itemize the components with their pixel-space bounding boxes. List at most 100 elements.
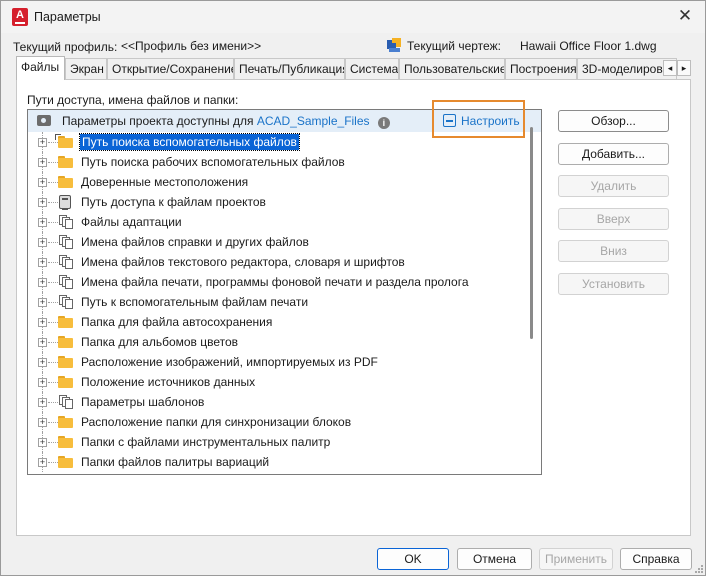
browse-button[interactable]: Обзор...	[558, 110, 669, 132]
current-profile-label: Текущий профиль:	[13, 40, 118, 54]
remove-button[interactable]: Удалить	[558, 175, 669, 197]
files-icon	[59, 255, 73, 269]
cancel-button[interactable]: Отмена	[457, 548, 532, 570]
tree-item[interactable]: + Файлы адаптации	[28, 212, 528, 232]
current-drawing-label: Текущий чертеж:	[407, 39, 501, 53]
tree-item-label: Расположение папки для синхронизации бло…	[81, 415, 352, 429]
current-profile-value: <<Профиль без имени>>	[121, 39, 262, 53]
tree-item-label: Файлы адаптации	[81, 215, 182, 229]
tree-item[interactable]: + Расположение изображений, импортируемых…	[28, 352, 528, 372]
expand-icon[interactable]: +	[38, 458, 47, 467]
title-bar: A Параметры ✕	[1, 1, 705, 33]
tree-item[interactable]: + Папка для альбомов цветов	[28, 332, 528, 352]
info-icon[interactable]: i	[377, 117, 390, 129]
folder-icon	[58, 456, 73, 468]
tree-item[interactable]: + Положение источников данных	[28, 372, 528, 392]
expand-icon[interactable]: +	[38, 298, 47, 307]
tree-item[interactable]: + Имена файлов справки и других файлов	[28, 232, 528, 252]
expand-icon[interactable]: +	[38, 318, 47, 327]
move-up-button[interactable]: Вверх	[558, 208, 669, 230]
tree-item[interactable]: + Доверенные местоположения	[28, 172, 528, 192]
tree-item[interactable]: + Путь доступа к файлам проектов	[28, 192, 528, 212]
tree-item[interactable]: + Путь к вспомогательным файлам печати	[28, 292, 528, 312]
apply-button[interactable]: Применить	[539, 548, 613, 570]
tab-plot-publish[interactable]: Печать/Публикация	[234, 58, 345, 79]
tab-files[interactable]: Файлы	[16, 56, 65, 80]
tree-item[interactable]: + Папки файлов палитры вариаций	[28, 452, 528, 472]
tab-open-save[interactable]: Открытие/Сохранение	[107, 58, 234, 79]
tab-scroll-right-icon[interactable]: ▸	[677, 60, 691, 76]
move-down-button[interactable]: Вниз	[558, 240, 669, 262]
tree-item-label: Папки файлов палитры вариаций	[81, 455, 270, 469]
expand-icon[interactable]: +	[38, 398, 47, 407]
options-dialog: A Параметры ✕ Текущий профиль: <<Профиль…	[0, 0, 706, 576]
project-settings-text: Параметры проекта доступны для	[62, 114, 254, 128]
tab-user-preferences[interactable]: Пользовательские	[399, 58, 505, 79]
tree-item[interactable]: + Имена файла печати, программы фоновой п…	[28, 272, 528, 292]
folder-icon	[58, 356, 73, 368]
expand-icon[interactable]: +	[38, 198, 47, 207]
paths-tree[interactable]: Параметры проекта доступны для ACAD_Samp…	[27, 109, 542, 475]
close-icon[interactable]: ✕	[675, 6, 695, 26]
folder-icon	[58, 376, 73, 388]
folder-icon	[58, 416, 73, 428]
autocad-app-icon: A	[12, 8, 28, 26]
files-icon	[59, 235, 73, 249]
tab-drafting[interactable]: Построения	[505, 58, 577, 79]
expand-icon[interactable]: +	[38, 138, 47, 147]
tree-scrollbar[interactable]	[530, 127, 533, 339]
tree-item-label: Доверенные местоположения	[81, 175, 249, 189]
configure-button-label: Настроить	[461, 114, 520, 128]
tree-item-label: Имена файлов справки и других файлов	[81, 235, 309, 249]
drawing-icon	[387, 38, 401, 52]
folder-icon	[58, 176, 73, 188]
tree-item-label: Путь поиска рабочих вспомогательных файл…	[81, 155, 345, 169]
folder-pin-icon	[55, 134, 73, 148]
tree-item-label: Папка для альбомов цветов	[81, 335, 239, 349]
ok-button[interactable]: OK	[377, 548, 449, 570]
expand-icon[interactable]: +	[38, 378, 47, 387]
tree-item[interactable]: + Имена файлов текстового редактора, слов…	[28, 252, 528, 272]
tree-item[interactable]: + Папки с файлами инструментальных палитр	[28, 432, 528, 452]
expand-icon[interactable]: +	[38, 418, 47, 427]
tree-item[interactable]: + Путь поиска рабочих вспомогательных фай…	[28, 152, 528, 172]
tree-item[interactable]: + Расположение папки для синхронизации бл…	[28, 412, 528, 432]
expand-icon[interactable]: +	[38, 218, 47, 227]
expand-icon[interactable]: +	[38, 358, 47, 367]
tree-item[interactable]: + Параметры шаблонов	[28, 392, 528, 412]
expand-icon[interactable]: +	[38, 258, 47, 267]
expand-icon[interactable]: +	[38, 158, 47, 167]
folder-icon	[58, 336, 73, 348]
tree-item-label: Путь поиска вспомогательных файлов	[79, 133, 300, 151]
tree-item-label: Имена файла печати, программы фоновой пе…	[81, 275, 469, 289]
expand-icon[interactable]: +	[38, 438, 47, 447]
set-current-button[interactable]: Установить	[558, 273, 669, 295]
configure-icon	[443, 114, 456, 127]
expand-icon[interactable]: +	[38, 238, 47, 247]
tree-item-label: Параметры шаблонов	[81, 395, 205, 409]
tab-system[interactable]: Система	[345, 58, 399, 79]
expand-icon[interactable]: +	[38, 178, 47, 187]
tab-display[interactable]: Экран	[65, 58, 107, 79]
tree-item-label: Папка для файла автосохранения	[81, 315, 273, 329]
expand-icon[interactable]: +	[38, 338, 47, 347]
tree-item-label: Путь доступа к файлам проектов	[81, 195, 266, 209]
current-drawing-value: Hawaii Office Floor 1.dwg	[520, 39, 657, 53]
resize-grip-icon[interactable]	[693, 563, 703, 573]
tree-item[interactable]: + Папка для файла автосохранения	[28, 312, 528, 332]
paths-label: Пути доступа, имена файлов и папки:	[27, 93, 239, 107]
add-button[interactable]: Добавить...	[558, 143, 669, 165]
tree-item-label: Папки с файлами инструментальных палитр	[81, 435, 331, 449]
configure-button-highlight[interactable]: Настроить	[432, 100, 525, 138]
help-button[interactable]: Справка	[620, 548, 692, 570]
tab-scroll-left-icon[interactable]: ◂	[663, 60, 677, 76]
files-icon	[59, 275, 73, 289]
files-icon	[59, 215, 73, 229]
project-link[interactable]: ACAD_Sample_Files	[257, 114, 370, 128]
tree-item-label: Путь к вспомогательным файлам печати	[81, 295, 309, 309]
files-icon	[59, 295, 73, 309]
tab-3d-modeling[interactable]: 3D-моделирова	[577, 58, 677, 79]
folder-icon	[58, 316, 73, 328]
tree-item-label: Расположение изображений, импортируемых …	[81, 355, 378, 369]
expand-icon[interactable]: +	[38, 278, 47, 287]
